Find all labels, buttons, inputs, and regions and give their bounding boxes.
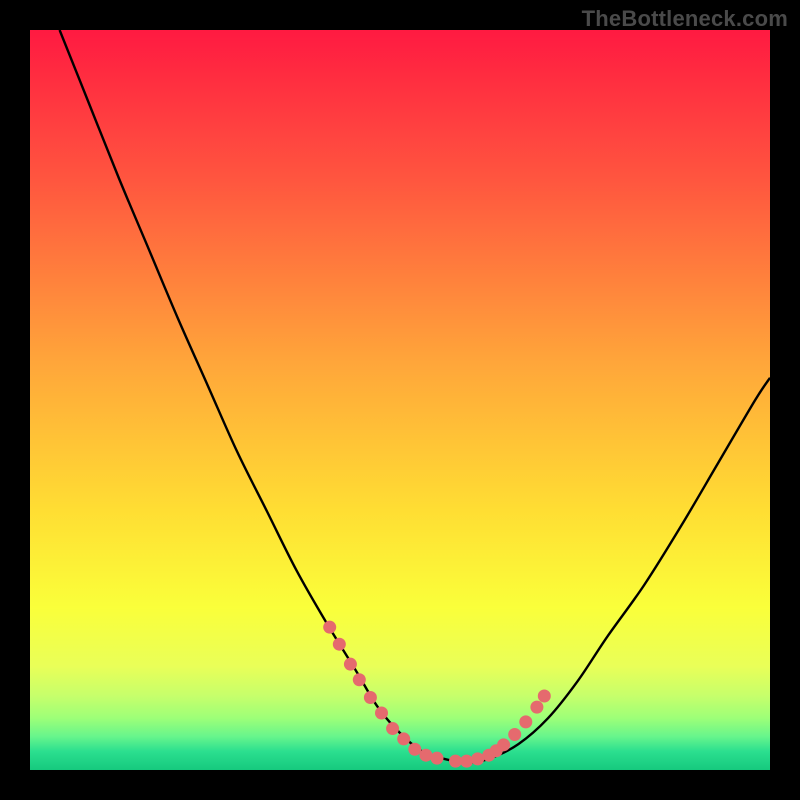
curve-point [323, 621, 336, 634]
curve-point [375, 707, 388, 720]
curve-point [419, 749, 432, 762]
curve-point [538, 690, 551, 703]
watermark-text: TheBottleneck.com [582, 6, 788, 32]
curve-point [353, 673, 366, 686]
gradient-background [30, 30, 770, 770]
curve-point [333, 638, 346, 651]
curve-point [471, 752, 484, 765]
curve-point [364, 691, 377, 704]
bottleneck-chart [30, 30, 770, 770]
curve-point [397, 732, 410, 745]
curve-point [508, 728, 521, 741]
plot-area [30, 30, 770, 770]
curve-point [344, 658, 357, 671]
curve-point [449, 755, 462, 768]
curve-point [431, 752, 444, 765]
chart-frame: TheBottleneck.com [0, 0, 800, 800]
curve-point [460, 755, 473, 768]
curve-point [519, 715, 532, 728]
curve-point [530, 701, 543, 714]
curve-point [497, 738, 510, 751]
curve-point [408, 743, 421, 756]
curve-point [386, 722, 399, 735]
